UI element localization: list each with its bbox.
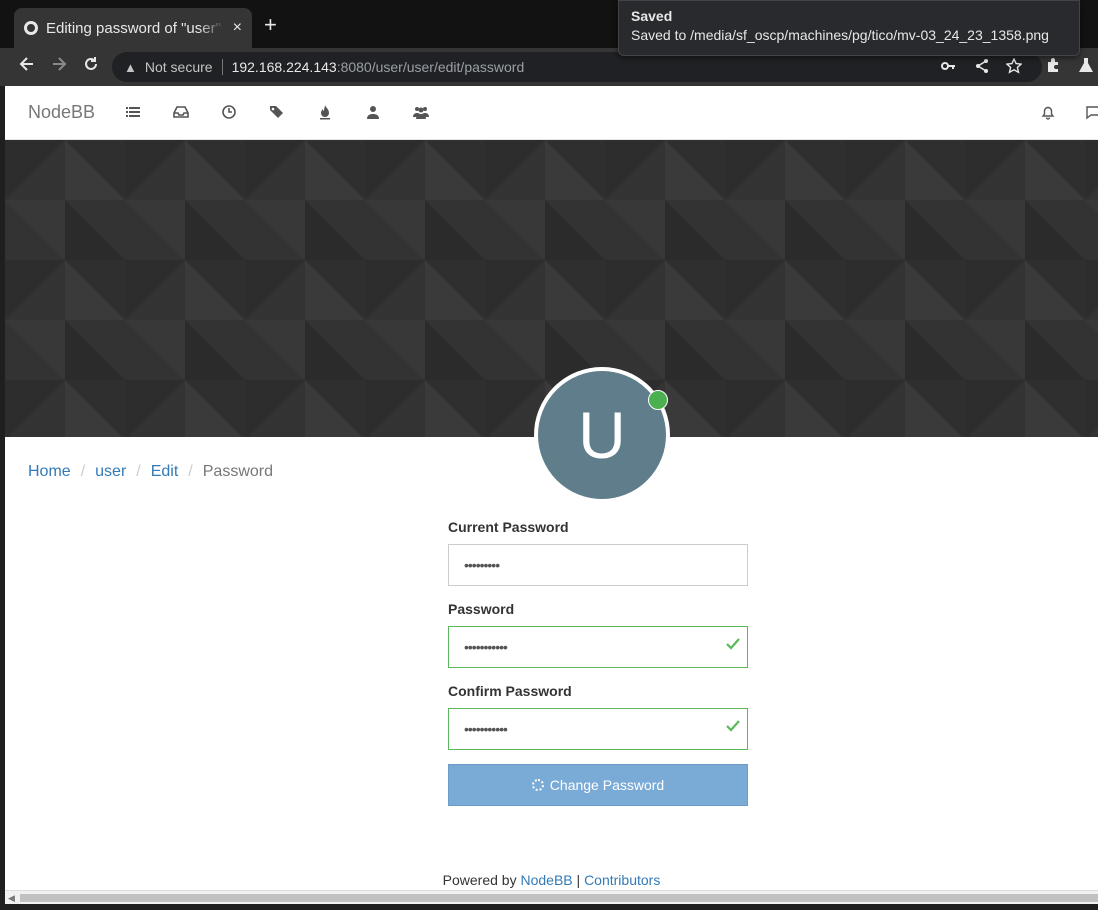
users-icon[interactable] [413, 104, 429, 120]
extensions-icon[interactable] [1046, 57, 1062, 78]
nodebb-link[interactable]: NodeBB [520, 872, 572, 888]
change-password-button-label: Change Password [549, 777, 665, 793]
globe-icon [24, 21, 38, 35]
forum-navbar: NodeBB [5, 86, 1098, 140]
toast-title: Saved [631, 8, 673, 24]
password-label: Password [448, 601, 515, 617]
change-password-button[interactable]: Change Password [448, 764, 748, 806]
clock-icon[interactable] [221, 104, 237, 120]
current-password-value: ••••••••• [464, 557, 500, 573]
check-icon [726, 720, 740, 732]
spinner-icon [531, 779, 544, 791]
toast-message: Saved to /media/sf_oscp/machines/pg/tico… [631, 27, 1049, 43]
breadcrumb-user[interactable]: user [95, 463, 126, 481]
url-path: :8080/user/user/edit/password [336, 59, 525, 75]
breadcrumb-separator: / [80, 463, 86, 480]
back-arrow-icon[interactable] [18, 55, 36, 78]
tab-title: Editing password of "user" [46, 19, 221, 37]
scrollbar-thumb[interactable] [20, 894, 1098, 902]
current-password-label: Current Password [448, 519, 569, 535]
browser-tab[interactable]: Editing password of "user" × [14, 8, 252, 48]
change-password-form: Current Password ••••••••• Password ••••… [448, 518, 748, 806]
current-password-field[interactable]: ••••••••• [448, 544, 748, 586]
list-icon[interactable] [125, 104, 141, 120]
user-icon[interactable] [365, 104, 381, 120]
password-field[interactable]: ••••••••••• [448, 626, 748, 668]
breadcrumb-edit[interactable]: Edit [151, 463, 179, 481]
download-saved-toast[interactable]: Saved Saved to /media/sf_oscp/machines/p… [618, 0, 1080, 56]
close-tab-icon[interactable]: × [233, 19, 242, 37]
share-icon[interactable] [974, 58, 990, 78]
url-host: 192.168.224.143 [231, 59, 337, 75]
brand-logo[interactable]: NodeBB [28, 102, 95, 123]
inbox-icon[interactable] [173, 104, 189, 120]
avatar: U [534, 367, 670, 503]
breadcrumb-separator: / [188, 463, 193, 480]
tags-icon[interactable] [269, 104, 285, 120]
star-icon[interactable] [1005, 57, 1023, 78]
forward-arrow-icon[interactable] [50, 55, 68, 78]
fire-icon[interactable] [317, 104, 333, 120]
check-icon [726, 638, 740, 650]
confirm-password-field[interactable]: ••••••••••• [448, 708, 748, 750]
reload-icon[interactable] [82, 55, 100, 78]
powered-by-text: Powered by [442, 872, 517, 888]
not-secure-label[interactable]: Not secure [145, 59, 213, 75]
breadcrumb-current: Password [202, 463, 273, 480]
scroll-left-icon[interactable]: ◀ [8, 893, 15, 904]
key-icon[interactable] [940, 58, 956, 78]
breadcrumb-separator: / [136, 463, 141, 480]
chat-icon[interactable] [1085, 104, 1098, 120]
flask-icon[interactable] [1078, 57, 1094, 78]
footer: Powered by NodeBB | Contributors [5, 872, 1098, 888]
warning-icon[interactable]: ▲ [124, 60, 137, 75]
online-status-indicator [648, 390, 668, 410]
breadcrumb-home[interactable]: Home [28, 463, 71, 481]
address-bar[interactable]: ▲ Not secure 192.168.224.143:8080/user/u… [112, 52, 1042, 82]
bell-icon[interactable] [1040, 104, 1056, 120]
divider [221, 59, 223, 75]
password-value: ••••••••••• [464, 639, 508, 655]
page-content: NodeBB U Home / user / Edit / Password C… [5, 86, 1098, 890]
horizontal-scrollbar[interactable]: ◀ [5, 890, 1098, 904]
confirm-password-label: Confirm Password [448, 683, 572, 699]
footer-divider: | [576, 872, 581, 888]
breadcrumb: Home / user / Edit / Password [28, 463, 273, 481]
contributors-link[interactable]: Contributors [584, 872, 660, 888]
new-tab-button[interactable]: + [264, 14, 277, 36]
confirm-password-value: ••••••••••• [464, 721, 508, 737]
